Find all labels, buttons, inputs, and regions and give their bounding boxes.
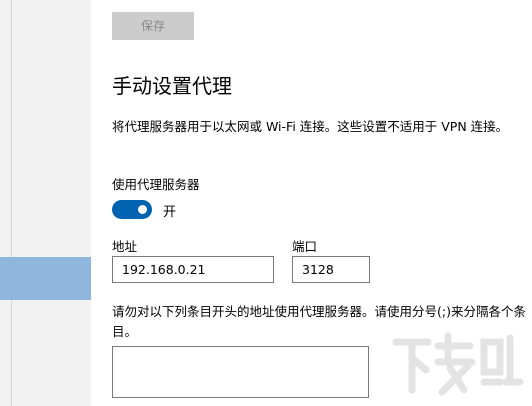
- address-label: 地址: [112, 239, 138, 254]
- toggle-knob: [138, 205, 147, 214]
- port-input[interactable]: [292, 256, 370, 283]
- save-button[interactable]: 保存: [112, 12, 194, 40]
- sidebar-divider: [11, 0, 12, 406]
- toggle-state-label: 开: [163, 205, 177, 220]
- exceptions-input[interactable]: [112, 346, 369, 398]
- sidebar-item-selected[interactable]: [0, 257, 91, 300]
- site-watermark-logo: [392, 332, 524, 396]
- settings-sidebar: [0, 0, 91, 406]
- use-proxy-toggle[interactable]: [112, 200, 152, 219]
- page-title: 手动设置代理: [112, 74, 232, 98]
- port-label: 端口: [292, 239, 318, 254]
- use-proxy-label: 使用代理服务器: [112, 177, 200, 192]
- proxy-description: 将代理服务器用于以太网或 Wi-Fi 连接。这些设置不适用于 VPN 连接。: [112, 119, 509, 134]
- address-input[interactable]: [112, 256, 274, 283]
